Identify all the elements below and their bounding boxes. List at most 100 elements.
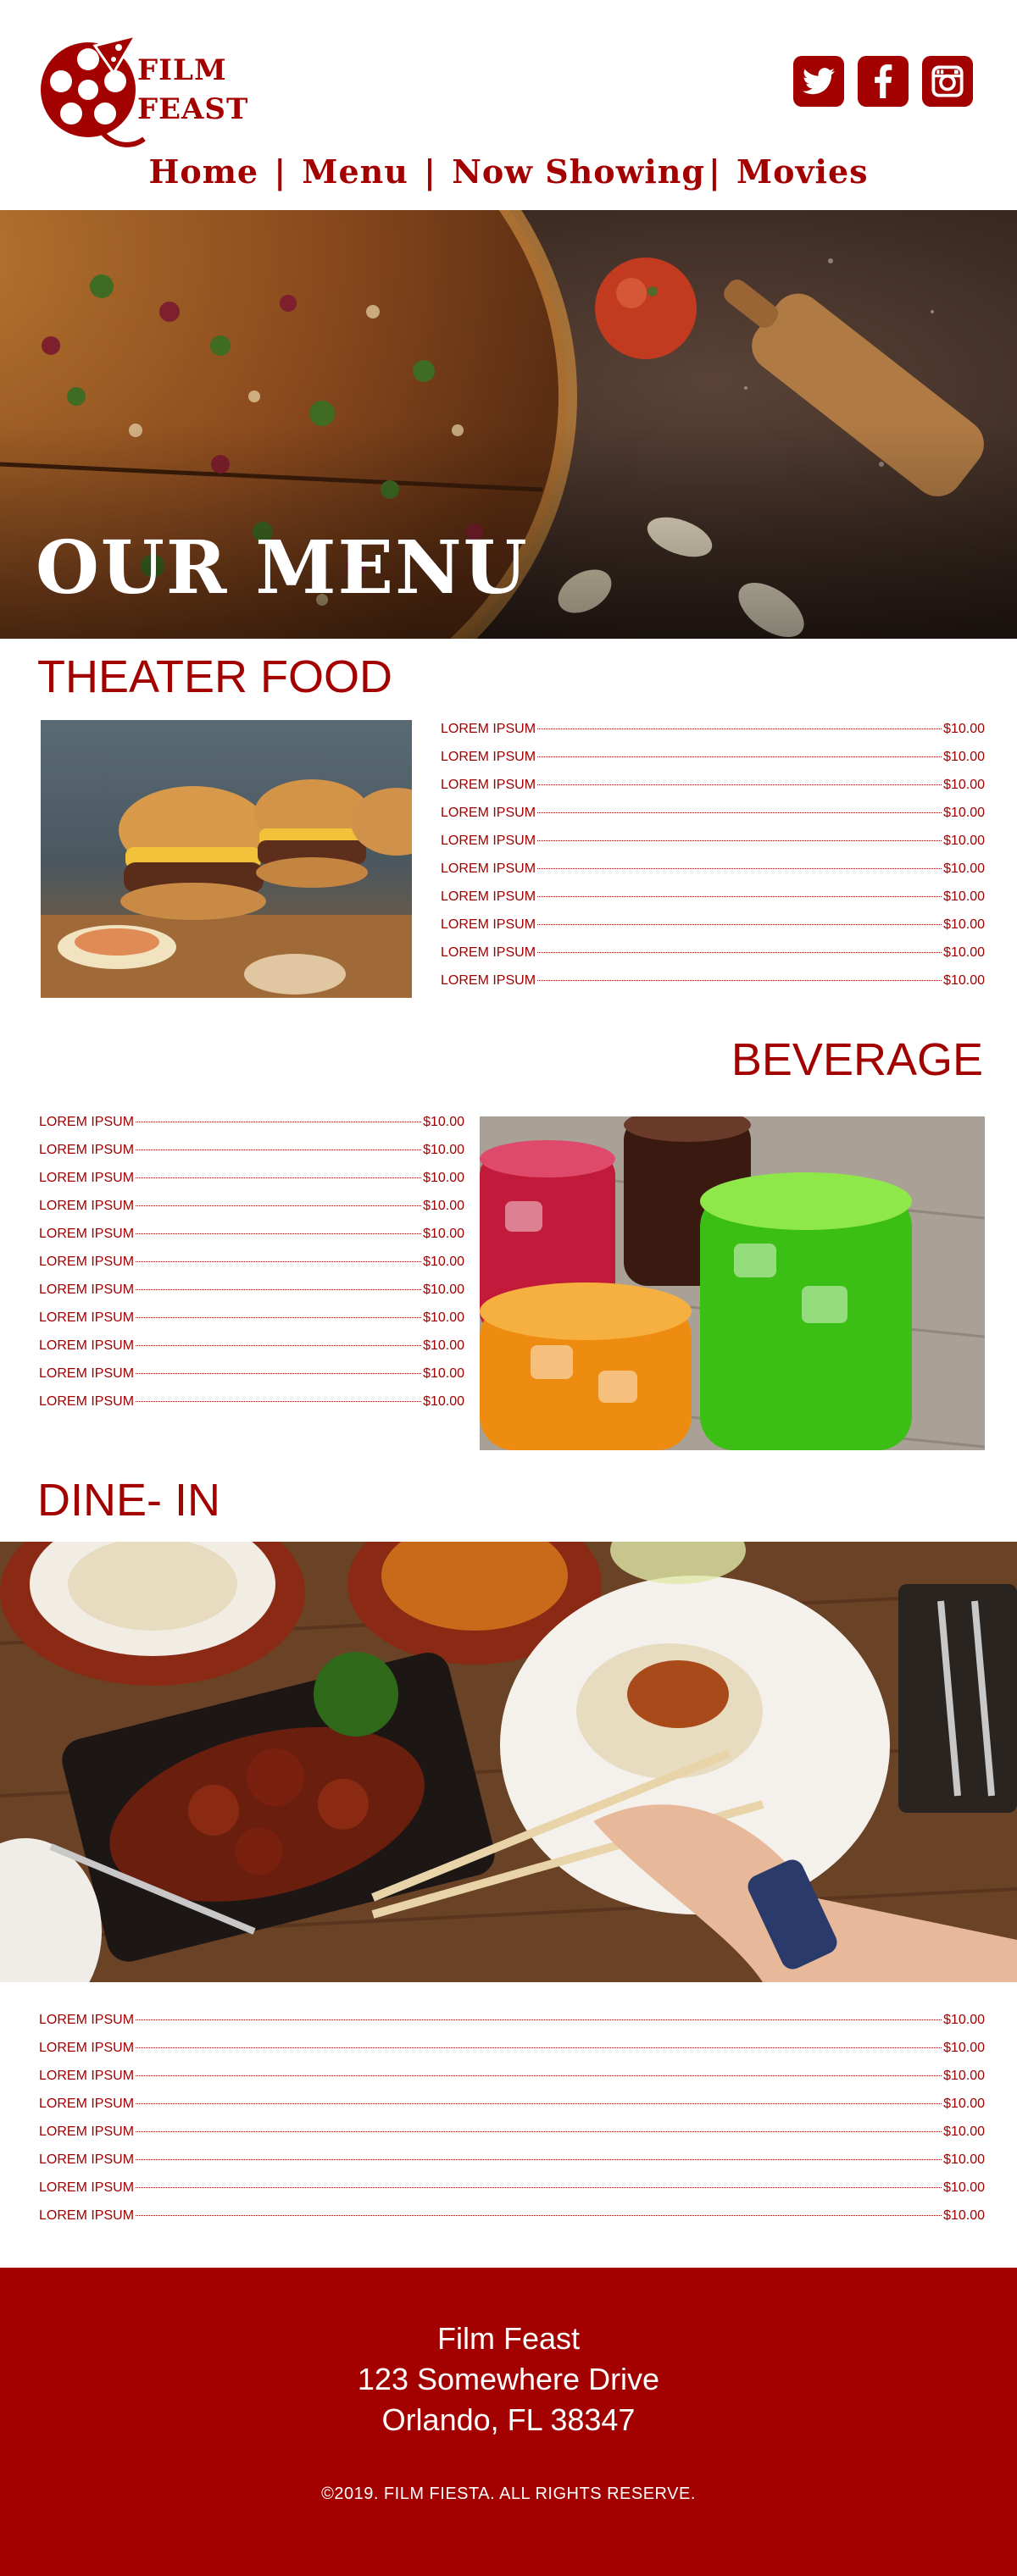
dine-in-photo: [0, 1542, 1017, 1982]
item-name: LOREM IPSUM: [441, 778, 536, 792]
menu-item[interactable]: LOREM IPSUM $10.00: [441, 861, 985, 889]
twitter-link[interactable]: [793, 56, 844, 107]
item-price: $10.00: [943, 973, 985, 988]
section-title-beverage: BEVERAGE: [731, 1034, 983, 1085]
footer-business-name: Film Feast: [436, 2321, 580, 2356]
hero-title: OUR MENU: [36, 525, 529, 611]
menu-item[interactable]: LOREM IPSUM $10.00: [39, 2013, 985, 2041]
menu-item[interactable]: LOREM IPSUM $10.00: [441, 750, 985, 778]
logo-text: FILM FEAST: [137, 51, 248, 129]
item-name: LOREM IPSUM: [39, 1282, 135, 1297]
dine-in-menu: LOREM IPSUM $10.00 LOREM IPSUM $10.00 LORE…: [39, 2013, 985, 2236]
leader-dots: [136, 1205, 422, 1206]
item-price: $10.00: [943, 889, 985, 904]
instagram-link[interactable]: [922, 56, 973, 107]
item-price: $10.00: [943, 2069, 985, 2083]
item-name: LOREM IPSUM: [39, 1338, 135, 1353]
menu-item[interactable]: LOREM IPSUM $10.00: [39, 1171, 464, 1199]
menu-item[interactable]: LOREM IPSUM $10.00: [441, 973, 985, 1001]
leader-dots: [537, 980, 942, 981]
menu-item[interactable]: LOREM IPSUM $10.00: [39, 1199, 464, 1227]
leader-dots: [136, 1177, 422, 1178]
menu-item[interactable]: LOREM IPSUM $10.00: [39, 1338, 464, 1366]
menu-item[interactable]: LOREM IPSUM $10.00: [39, 1282, 464, 1310]
menu-item[interactable]: LOREM IPSUM $10.00: [39, 1310, 464, 1338]
leader-dots: [136, 1317, 422, 1318]
item-name: LOREM IPSUM: [39, 2013, 135, 2027]
item-price: $10.00: [943, 750, 985, 764]
item-price: $10.00: [943, 861, 985, 876]
menu-item[interactable]: LOREM IPSUM $10.00: [39, 1255, 464, 1282]
menu-item[interactable]: LOREM IPSUM $10.00: [39, 1366, 464, 1394]
nav-now-showing[interactable]: Now Showing: [452, 152, 705, 191]
footer-city: Orlando, FL 38347: [381, 2402, 636, 2437]
item-name: LOREM IPSUM: [441, 973, 536, 988]
menu-item[interactable]: LOREM IPSUM $10.00: [441, 778, 985, 806]
menu-item[interactable]: LOREM IPSUM $10.00: [39, 2208, 985, 2236]
menu-item[interactable]: LOREM IPSUM $10.00: [441, 834, 985, 861]
site-footer: Film Feast 123 Somewhere Drive Orlando, …: [0, 2268, 1017, 2576]
item-price: $10.00: [423, 1310, 464, 1325]
leader-dots: [136, 2187, 942, 2188]
leader-dots: [537, 756, 942, 757]
item-name: LOREM IPSUM: [39, 1115, 135, 1129]
item-name: LOREM IPSUM: [39, 1171, 135, 1185]
section-title-theater-food: THEATER FOOD: [37, 651, 393, 702]
menu-item[interactable]: LOREM IPSUM $10.00: [39, 2041, 985, 2069]
item-price: $10.00: [943, 2208, 985, 2223]
menu-item[interactable]: LOREM IPSUM $10.00: [39, 2069, 985, 2097]
menu-item[interactable]: LOREM IPSUM $10.00: [39, 1227, 464, 1255]
menu-item[interactable]: LOREM IPSUM $10.00: [39, 2097, 985, 2125]
item-name: LOREM IPSUM: [441, 722, 536, 736]
item-price: $10.00: [423, 1366, 464, 1381]
leader-dots: [136, 1233, 422, 1234]
menu-item[interactable]: LOREM IPSUM $10.00: [441, 806, 985, 834]
item-price: $10.00: [943, 2152, 985, 2167]
item-price: $10.00: [943, 2180, 985, 2195]
nav-menu[interactable]: Menu: [302, 152, 408, 191]
nav-movies[interactable]: Movies: [736, 152, 869, 191]
nav-separator: |: [708, 152, 721, 191]
main-nav: Home | Menu | Now Showing | Movies: [0, 152, 1017, 191]
instagram-icon: [931, 65, 964, 97]
item-price: $10.00: [423, 1115, 464, 1129]
leader-dots: [537, 728, 942, 729]
menu-item[interactable]: LOREM IPSUM $10.00: [441, 889, 985, 917]
nav-separator: |: [424, 152, 436, 191]
menu-item[interactable]: LOREM IPSUM $10.00: [39, 2180, 985, 2208]
item-price: $10.00: [943, 806, 985, 820]
nav-home[interactable]: Home: [148, 152, 258, 191]
leader-dots: [537, 896, 942, 897]
menu-item[interactable]: LOREM IPSUM $10.00: [39, 2152, 985, 2180]
menu-content: THEATER FOOD LOREM IPSUM $10.00 LOREM IP…: [0, 639, 1017, 2268]
leader-dots: [136, 2047, 942, 2048]
item-price: $10.00: [423, 1143, 464, 1157]
item-price: $10.00: [943, 2125, 985, 2139]
menu-item[interactable]: LOREM IPSUM $10.00: [441, 722, 985, 750]
leader-dots: [136, 1401, 422, 1402]
item-name: LOREM IPSUM: [39, 2097, 135, 2111]
item-name: LOREM IPSUM: [441, 945, 536, 960]
nav-separator: |: [274, 152, 287, 191]
logo[interactable]: FILM FEAST: [36, 29, 247, 156]
facebook-link[interactable]: [858, 56, 909, 107]
menu-item[interactable]: LOREM IPSUM $10.00: [441, 945, 985, 973]
menu-item[interactable]: LOREM IPSUM $10.00: [39, 1143, 464, 1171]
item-price: $10.00: [423, 1255, 464, 1269]
menu-item[interactable]: LOREM IPSUM $10.00: [441, 917, 985, 945]
menu-item[interactable]: LOREM IPSUM $10.00: [39, 2125, 985, 2152]
leader-dots: [136, 2019, 942, 2020]
twitter-icon: [803, 68, 835, 95]
item-price: $10.00: [943, 945, 985, 960]
leader-dots: [537, 952, 942, 953]
item-price: $10.00: [943, 2041, 985, 2055]
item-name: LOREM IPSUM: [39, 2180, 135, 2195]
item-price: $10.00: [423, 1171, 464, 1185]
item-name: LOREM IPSUM: [441, 806, 536, 820]
leader-dots: [136, 1373, 422, 1374]
menu-item[interactable]: LOREM IPSUM $10.00: [39, 1115, 464, 1143]
facebook-icon: [875, 64, 892, 98]
item-price: $10.00: [423, 1338, 464, 1353]
item-name: LOREM IPSUM: [39, 1310, 135, 1325]
menu-item[interactable]: LOREM IPSUM $10.00: [39, 1394, 464, 1422]
